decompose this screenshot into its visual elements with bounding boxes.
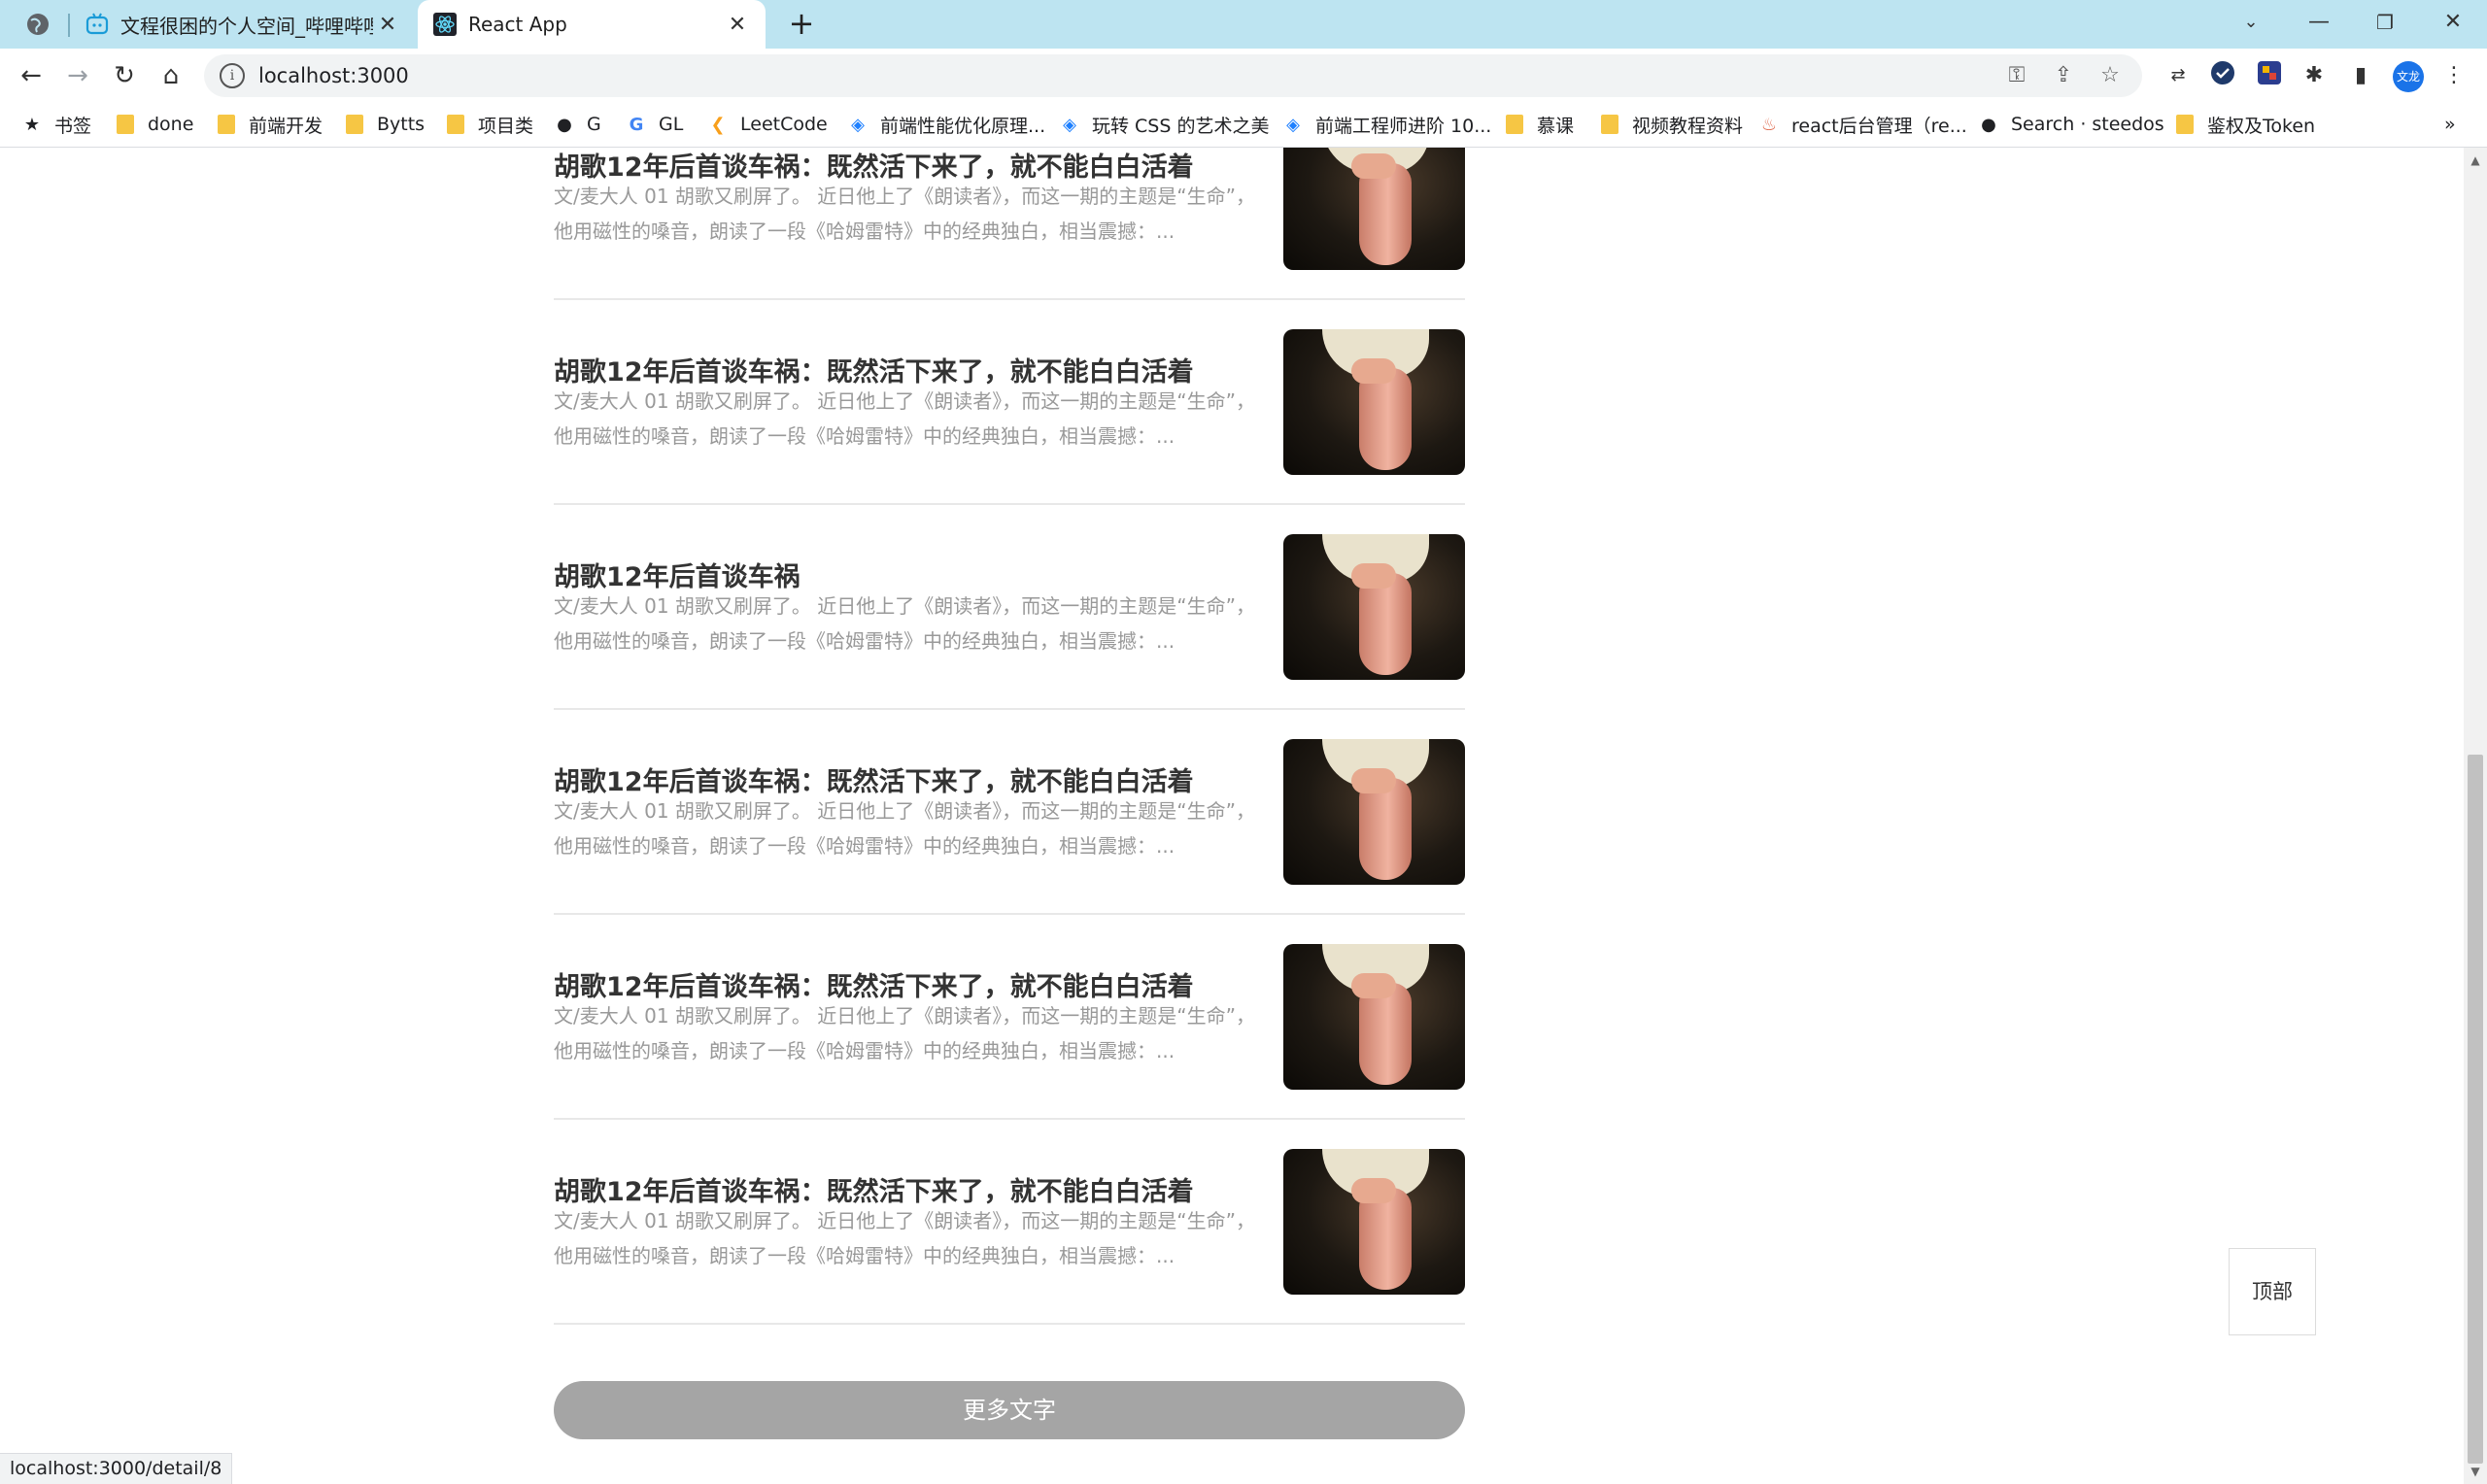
react-icon bbox=[433, 13, 457, 36]
google-icon: G bbox=[629, 114, 644, 135]
article-thumbnail[interactable] bbox=[1283, 944, 1465, 1090]
article-item[interactable]: 胡歌12年后首谈车祸 文/麦大人 01 胡歌又刷屏了。 近日他上了《朗读者》，而… bbox=[554, 505, 1465, 710]
juejin-icon: ◈ bbox=[1063, 114, 1076, 135]
bookmark-item[interactable]: 鉴权及Token bbox=[2174, 103, 2315, 146]
reload-icon[interactable]: ↻ bbox=[105, 56, 144, 95]
article-desc: 文/麦大人 01 胡歌又刷屏了。 近日他上了《朗读者》，而这一期的主题是“生命”… bbox=[554, 594, 1255, 653]
address-bar[interactable]: i localhost:3000 ⚿ ⇪ ☆ bbox=[204, 54, 2142, 97]
site-icon: ♨ bbox=[1760, 114, 1778, 135]
translate-extension-icon[interactable]: ⇄ bbox=[2163, 60, 2194, 91]
tab-react-app[interactable]: React App ✕ bbox=[418, 0, 766, 49]
folder-icon bbox=[1504, 114, 1525, 135]
bookmark-item[interactable]: ❮ LeetCode bbox=[707, 103, 827, 146]
article-item[interactable]: 胡歌12年后首谈车祸：既然活下来了，就不能白白活着 文/麦大人 01 胡歌又刷屏… bbox=[554, 710, 1465, 915]
side-panel-icon[interactable]: ▮ bbox=[2345, 60, 2376, 91]
color-extension-icon[interactable] bbox=[2254, 60, 2285, 91]
folder-icon bbox=[115, 114, 136, 135]
bookmark-item[interactable]: 项目类 bbox=[445, 103, 533, 146]
bookmark-item[interactable]: ● G bbox=[554, 103, 601, 146]
star-icon: ★ bbox=[23, 114, 41, 135]
bookmark-star-icon[interactable]: ☆ bbox=[2095, 61, 2125, 90]
bookmark-item[interactable]: ● Search · steedos bbox=[1978, 103, 2164, 146]
article-thumbnail[interactable] bbox=[1283, 329, 1465, 475]
article-thumbnail[interactable] bbox=[1283, 739, 1465, 885]
tab-title: 文程很困的个人空间_哔哩哔哩_b bbox=[120, 14, 373, 38]
back-icon[interactable]: ← bbox=[12, 56, 51, 95]
close-tab-icon[interactable]: ✕ bbox=[373, 13, 402, 37]
scrollbar-thumb[interactable] bbox=[2468, 755, 2483, 1464]
tab-strip: 文程很困的个人空间_哔哩哔哩_b ✕ React App ✕ + ⌄ — ❐ ✕ bbox=[0, 0, 2487, 49]
bookmark-item[interactable]: 前端开发 bbox=[216, 103, 323, 146]
scroll-up-icon[interactable]: ▲ bbox=[2464, 153, 2487, 167]
forward-icon[interactable]: → bbox=[58, 56, 97, 95]
page-viewport: 胡歌12年后首谈车祸：既然活下来了，就不能白白活着 文/麦大人 01 胡歌又刷屏… bbox=[0, 148, 2464, 1484]
bookmark-item[interactable]: Bytts bbox=[344, 103, 425, 146]
maximize-button[interactable]: ❐ bbox=[2351, 0, 2419, 49]
article-desc: 文/麦大人 01 胡歌又刷屏了。 近日他上了《朗读者》，而这一期的主题是“生命”… bbox=[554, 1004, 1255, 1062]
github-icon: ● bbox=[1981, 114, 1996, 135]
folder-icon bbox=[1599, 114, 1620, 135]
close-window-button[interactable]: ✕ bbox=[2419, 0, 2487, 49]
bookmarks-overflow-icon[interactable]: » bbox=[2444, 103, 2456, 146]
article-desc: 文/麦大人 01 胡歌又刷屏了。 近日他上了《朗读者》，而这一期的主题是“生命”… bbox=[554, 389, 1255, 448]
bookmark-item[interactable]: done bbox=[115, 103, 193, 146]
link-status-bar: localhost:3000/detail/8 bbox=[0, 1453, 233, 1484]
juejin-icon: ◈ bbox=[851, 114, 865, 135]
extensions-puzzle-icon[interactable]: ✱ bbox=[2299, 60, 2330, 91]
folder-icon bbox=[2174, 114, 2196, 135]
globe-icon[interactable] bbox=[25, 12, 51, 37]
bookmark-item[interactable]: ♨ react后台管理（re... bbox=[1758, 103, 1967, 146]
check-extension-icon[interactable] bbox=[2207, 60, 2238, 91]
article-item[interactable]: 胡歌12年后首谈车祸：既然活下来了，就不能白白活着 文/麦大人 01 胡歌又刷屏… bbox=[554, 300, 1465, 505]
article-desc: 文/麦大人 01 胡歌又刷屏了。 近日他上了《朗读者》，而这一期的主题是“生命”… bbox=[554, 1209, 1255, 1267]
new-tab-button[interactable]: + bbox=[783, 6, 820, 43]
close-tab-icon[interactable]: ✕ bbox=[723, 13, 752, 37]
leetcode-icon: ❮ bbox=[710, 114, 726, 135]
github-icon: ● bbox=[557, 114, 572, 135]
back-to-top-button[interactable]: 顶部 bbox=[2229, 1248, 2316, 1335]
folder-icon bbox=[445, 114, 466, 135]
bookmarks-bar: ★ 书签 done 前端开发 Bytts 项目类 ● G G GL ❮ LeetCode… bbox=[0, 103, 2487, 148]
juejin-icon: ◈ bbox=[1286, 114, 1300, 135]
avatar[interactable]: 文龙 bbox=[2393, 61, 2424, 92]
bookmark-item[interactable]: 慕课 bbox=[1504, 103, 1574, 146]
article-item[interactable]: 胡歌12年后首谈车祸：既然活下来了，就不能白白活着 文/麦大人 01 胡歌又刷屏… bbox=[554, 915, 1465, 1120]
load-more-button[interactable]: 更多文字 bbox=[554, 1381, 1465, 1439]
home-icon[interactable]: ⌂ bbox=[152, 56, 190, 95]
bilibili-icon bbox=[85, 13, 109, 36]
bookmark-item[interactable]: G GL bbox=[626, 103, 684, 146]
vertical-scrollbar[interactable]: ▲ ▼ bbox=[2464, 148, 2487, 1484]
article-desc: 文/麦大人 01 胡歌又刷屏了。 近日他上了《朗读者》，而这一期的主题是“生命”… bbox=[554, 799, 1255, 858]
menu-kebab-icon[interactable]: ⋮ bbox=[2438, 60, 2470, 91]
article-desc: 文/麦大人 01 胡歌又刷屏了。 近日他上了《朗读者》，而这一期的主题是“生命”… bbox=[554, 185, 1255, 243]
article-thumbnail[interactable] bbox=[1283, 1149, 1465, 1295]
key-icon[interactable]: ⚿ bbox=[2002, 61, 2031, 90]
bookmark-item[interactable]: ◈ 玩转 CSS 的艺术之美 bbox=[1059, 103, 1269, 146]
bookmark-item[interactable]: ◈ 前端性能优化原理... bbox=[847, 103, 1045, 146]
folder-icon bbox=[344, 114, 365, 135]
folder-icon bbox=[216, 114, 237, 135]
info-icon[interactable]: i bbox=[220, 63, 245, 88]
article-item[interactable]: 胡歌12年后首谈车祸：既然活下来了，就不能白白活着 文/麦大人 01 胡歌又刷屏… bbox=[554, 1120, 1465, 1325]
article-item[interactable]: 胡歌12年后首谈车祸：既然活下来了，就不能白白活着 文/麦大人 01 胡歌又刷屏… bbox=[554, 148, 1465, 300]
tab-title: React App bbox=[468, 13, 567, 36]
bookmark-item[interactable]: ◈ 前端工程师进阶 10... bbox=[1282, 103, 1491, 146]
share-icon[interactable]: ⇪ bbox=[2049, 61, 2078, 90]
address-url[interactable]: localhost:3000 bbox=[258, 64, 2002, 87]
article-thumbnail[interactable] bbox=[1283, 148, 1465, 270]
tab-search-icon[interactable]: ⌄ bbox=[2217, 0, 2285, 49]
bookmark-item[interactable]: 视频教程资料 bbox=[1599, 103, 1743, 146]
tab-bilibili[interactable]: 文程很困的个人空间_哔哩哔哩_b ✕ bbox=[68, 0, 416, 49]
browser-toolbar: ← → ↻ ⌂ i localhost:3000 ⚿ ⇪ ☆ ⇄ ✱ ▮ 文龙 … bbox=[0, 49, 2487, 103]
article-thumbnail[interactable] bbox=[1283, 534, 1465, 680]
bookmark-item[interactable]: ★ 书签 bbox=[21, 103, 91, 146]
minimize-button[interactable]: — bbox=[2285, 0, 2353, 49]
scroll-down-icon[interactable]: ▼ bbox=[2464, 1465, 2487, 1478]
